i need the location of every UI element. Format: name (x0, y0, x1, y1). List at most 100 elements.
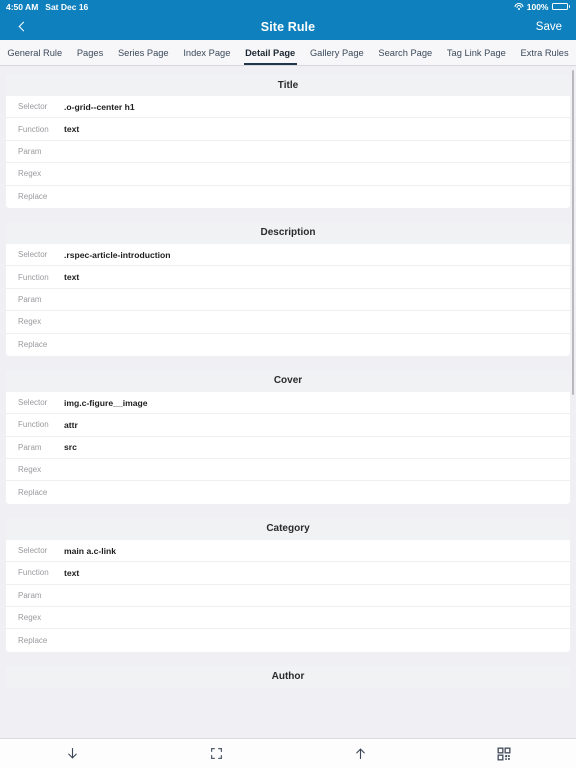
tab-label: Tag Link Page (446, 47, 506, 58)
field-value[interactable]: src (64, 442, 77, 452)
field-row[interactable]: Replace (6, 334, 570, 356)
rule-card-list: Title Selector .o-grid--center h1 Function t… (0, 74, 576, 688)
field-label: Replace (18, 636, 48, 646)
card-title: Cover (6, 369, 570, 392)
tab-label: Extra Rules (520, 47, 569, 58)
tab-label: Gallery Page (309, 47, 364, 58)
field-row[interactable]: Param (6, 585, 570, 608)
field-row[interactable]: Param (6, 289, 570, 312)
field-value[interactable]: text (64, 272, 79, 282)
field-value[interactable]: .rspec-article-introduction (64, 250, 170, 260)
arrow-down-icon[interactable] (0, 739, 144, 768)
arrow-up-icon[interactable] (288, 739, 432, 768)
card-title: Title (6, 74, 570, 96)
field-row[interactable]: Function text (6, 118, 570, 141)
tab-general-rule[interactable]: General Rule (0, 40, 70, 65)
tab-extra-rules[interactable]: Extra Rules (513, 40, 576, 65)
tab-label: Series Page (117, 47, 169, 58)
card-body: Selector main a.c-link Function text Param Re… (6, 539, 570, 652)
field-row[interactable]: Regex (6, 607, 570, 630)
field-row[interactable]: Replace (6, 629, 570, 651)
field-label: Regex (18, 317, 42, 327)
field-label: Regex (18, 613, 42, 623)
main-content: Title Selector .o-grid--center h1 Function t… (0, 66, 576, 768)
page-title: Site Rule (260, 19, 316, 34)
field-row[interactable]: Replace (6, 481, 570, 503)
field-label: Regex (18, 465, 42, 475)
field-label: Function (18, 124, 49, 134)
field-row[interactable]: Function text (6, 266, 570, 289)
scan-frame-icon[interactable] (144, 739, 288, 768)
tab-index-page[interactable]: Index Page (176, 40, 238, 65)
field-label: Selector (18, 546, 48, 556)
field-label: Param (18, 294, 42, 304)
field-row[interactable]: Param src (6, 437, 570, 460)
field-label: Param (18, 590, 42, 600)
field-row[interactable]: Replace (6, 186, 570, 208)
tab-pages[interactable]: Pages (70, 40, 111, 65)
field-value[interactable]: text (64, 568, 79, 578)
status-bar-right: 100% (514, 2, 570, 12)
card-title: Description (6, 221, 570, 244)
app-root: 4:50 AM Sat Dec 16 100% Site Rule Save G… (0, 0, 576, 768)
tab-bar: General Rule Pages Series Page Index Page De… (0, 40, 576, 66)
status-time: 4:50 AM (6, 1, 39, 12)
tab-label: Detail Page (245, 47, 296, 58)
navigation-bar: Site Rule Save (0, 13, 576, 40)
status-bar: 4:50 AM Sat Dec 16 100% (0, 0, 576, 13)
battery-percent-label: 100% (526, 1, 549, 12)
field-row[interactable]: Param (6, 141, 570, 164)
rule-card: Description Selector .rspec-article-introd… (6, 221, 570, 356)
rule-card: Category Selector main a.c-link Function tex… (6, 517, 570, 652)
tab-label: General Rule (7, 47, 63, 58)
field-label: Param (18, 442, 42, 452)
field-row[interactable]: Selector .rspec-article-introduction (6, 244, 570, 267)
card-body: Selector img.c-figure__image Function attr P… (6, 391, 570, 504)
wifi-icon (514, 3, 524, 11)
qr-code-icon[interactable] (432, 739, 576, 768)
field-value[interactable]: main a.c-link (64, 546, 116, 556)
field-value[interactable]: text (64, 124, 79, 134)
field-label: Function (18, 272, 49, 282)
field-label: Selector (18, 102, 48, 112)
bottom-toolbar (0, 738, 576, 768)
field-row[interactable]: Function text (6, 562, 570, 585)
field-label: Regex (18, 169, 42, 179)
tab-label: Search Page (378, 47, 433, 58)
battery-icon (551, 2, 570, 11)
field-label: Replace (18, 192, 48, 202)
field-row[interactable]: Selector main a.c-link (6, 540, 570, 563)
rule-card: Author (6, 665, 570, 688)
field-value[interactable]: img.c-figure__image (64, 398, 148, 408)
field-value[interactable]: attr (64, 420, 78, 430)
tab-label: Pages (76, 47, 104, 58)
field-label: Selector (18, 398, 48, 408)
field-label: Replace (18, 488, 48, 498)
save-button[interactable]: Save (536, 21, 576, 33)
tab-label: Index Page (183, 47, 231, 58)
back-button[interactable] (0, 13, 40, 40)
field-label: Function (18, 568, 49, 578)
field-row[interactable]: Function attr (6, 414, 570, 437)
chevron-left-icon (18, 21, 29, 32)
tab-series-page[interactable]: Series Page (111, 40, 176, 65)
rule-card: Title Selector .o-grid--center h1 Function t… (6, 74, 570, 208)
field-label: Replace (18, 340, 48, 350)
tab-detail-page[interactable]: Detail Page (238, 40, 303, 65)
card-body: Selector .rspec-article-introduction Funct… (6, 243, 570, 356)
card-body: Selector .o-grid--center h1 Function text Pa… (6, 96, 570, 208)
tab-search-page[interactable]: Search Page (371, 40, 439, 65)
status-bar-left: 4:50 AM Sat Dec 16 (6, 2, 88, 12)
field-row[interactable]: Regex (6, 163, 570, 186)
field-row[interactable]: Selector img.c-figure__image (6, 392, 570, 415)
card-title: Author (6, 665, 570, 688)
field-value[interactable]: .o-grid--center h1 (64, 102, 135, 112)
vertical-scrollbar[interactable] (571, 70, 574, 395)
field-label: Selector (18, 250, 48, 260)
field-row[interactable]: Regex (6, 459, 570, 482)
field-row[interactable]: Regex (6, 311, 570, 334)
tab-gallery-page[interactable]: Gallery Page (303, 40, 371, 65)
status-date: Sat Dec 16 (45, 1, 89, 12)
tab-tag-link-page[interactable]: Tag Link Page (440, 40, 514, 65)
field-row[interactable]: Selector .o-grid--center h1 (6, 96, 570, 119)
